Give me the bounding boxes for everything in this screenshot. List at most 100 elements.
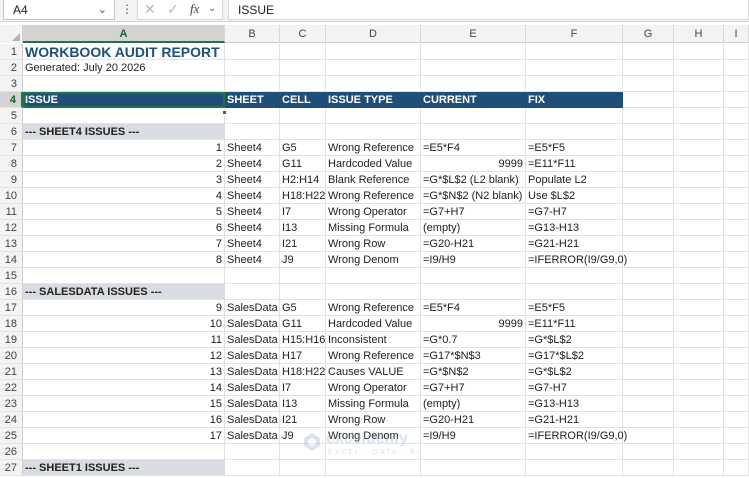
cell-f24[interactable]: =G21-H21 xyxy=(526,412,623,428)
cell-b26[interactable] xyxy=(225,444,280,460)
column-header-d[interactable]: D xyxy=(326,25,421,43)
cell-g14[interactable] xyxy=(623,252,674,268)
cell-d4[interactable]: ISSUE TYPE xyxy=(326,92,421,108)
cell-b4[interactable]: SHEET xyxy=(225,92,280,108)
cell-e13[interactable]: =G20-H21 xyxy=(421,236,526,252)
cell-g17[interactable] xyxy=(623,300,674,316)
cell-b5[interactable] xyxy=(225,108,280,124)
cell-c23[interactable]: I13 xyxy=(280,396,326,412)
cell-a5[interactable] xyxy=(23,108,225,124)
cell-g5[interactable] xyxy=(623,108,674,124)
cell-b19[interactable]: SalesData xyxy=(225,332,280,348)
cell-b11[interactable]: Sheet4 xyxy=(225,204,280,220)
cell-a26[interactable] xyxy=(23,444,225,460)
cell-h18[interactable] xyxy=(674,316,724,332)
cell-h12[interactable] xyxy=(674,220,724,236)
cell-i23[interactable] xyxy=(724,396,749,412)
cell-g1[interactable] xyxy=(623,44,674,60)
cell-a9[interactable]: 3 xyxy=(23,172,225,188)
cell-g6[interactable] xyxy=(623,124,674,140)
cell-i7[interactable] xyxy=(724,140,749,156)
cell-g10[interactable] xyxy=(623,188,674,204)
cell-e10[interactable]: =G*$N$2 (N2 blank) xyxy=(421,188,526,204)
cell-i9[interactable] xyxy=(724,172,749,188)
cell-g7[interactable] xyxy=(623,140,674,156)
row-header[interactable]: 6 xyxy=(0,124,23,140)
cell-h16[interactable] xyxy=(674,284,724,300)
cell-h21[interactable] xyxy=(674,364,724,380)
cell-a19[interactable]: 11 xyxy=(23,332,225,348)
cell-f3[interactable] xyxy=(526,76,623,92)
cell-e3[interactable] xyxy=(421,76,526,92)
cell-f16[interactable] xyxy=(526,284,623,300)
cell-f11[interactable]: =G7-H7 xyxy=(526,204,623,220)
cell-f5[interactable] xyxy=(526,108,623,124)
cell-a7[interactable]: 1 xyxy=(23,140,225,156)
cell-e19[interactable]: =G*0.7 xyxy=(421,332,526,348)
column-header-a[interactable]: A xyxy=(23,25,225,43)
cell-h25[interactable] xyxy=(674,428,724,444)
cell-h13[interactable] xyxy=(674,236,724,252)
chevron-down-icon[interactable]: ⌄ xyxy=(208,3,216,14)
cell-i13[interactable] xyxy=(724,236,749,252)
cell-i25[interactable] xyxy=(724,428,749,444)
cell-g27[interactable] xyxy=(623,460,674,476)
row-header[interactable]: 1 xyxy=(0,44,23,60)
cell-h5[interactable] xyxy=(674,108,724,124)
row-header[interactable]: 13 xyxy=(0,236,23,252)
cell-e24[interactable]: =G20-H21 xyxy=(421,412,526,428)
cell-f27[interactable] xyxy=(526,460,623,476)
row-header[interactable]: 17 xyxy=(0,300,23,316)
name-box[interactable]: A4 ⌄ xyxy=(3,0,115,20)
cell-g26[interactable] xyxy=(623,444,674,460)
cell-g22[interactable] xyxy=(623,380,674,396)
cell-i14[interactable] xyxy=(724,252,749,268)
cell-f12[interactable]: =G13-H13 xyxy=(526,220,623,236)
cell-b13[interactable]: Sheet4 xyxy=(225,236,280,252)
cell-b25[interactable]: SalesData xyxy=(225,428,280,444)
cell-e25[interactable]: =I9/H9 xyxy=(421,428,526,444)
row-header[interactable]: 20 xyxy=(0,348,23,364)
cell-d21[interactable]: Causes VALUE xyxy=(326,364,421,380)
cell-i27[interactable] xyxy=(724,460,749,476)
cell-g20[interactable] xyxy=(623,348,674,364)
cell-e11[interactable]: =G7+H7 xyxy=(421,204,526,220)
cell-e22[interactable]: =G7+H7 xyxy=(421,380,526,396)
cell-g25[interactable] xyxy=(623,428,674,444)
cell-a18[interactable]: 10 xyxy=(23,316,225,332)
cell-i4[interactable] xyxy=(724,92,749,108)
cell-c13[interactable]: I21 xyxy=(280,236,326,252)
cell-c19[interactable]: H15:H16 xyxy=(280,332,326,348)
column-header-b[interactable]: B xyxy=(225,25,280,43)
cell-f23[interactable]: =G13-H13 xyxy=(526,396,623,412)
cell-b23[interactable]: SalesData xyxy=(225,396,280,412)
cell-e4[interactable]: CURRENT xyxy=(421,92,526,108)
cell-c1[interactable] xyxy=(280,44,326,60)
cell-i19[interactable] xyxy=(724,332,749,348)
row-header[interactable]: 19 xyxy=(0,332,23,348)
row-header[interactable]: 18 xyxy=(0,316,23,332)
cell-e15[interactable] xyxy=(421,268,526,284)
cell-d3[interactable] xyxy=(326,76,421,92)
cell-d9[interactable]: Blank Reference xyxy=(326,172,421,188)
cell-c8[interactable]: G11 xyxy=(280,156,326,172)
column-header-h[interactable]: H xyxy=(674,25,724,43)
cell-a12[interactable]: 6 xyxy=(23,220,225,236)
cell-d14[interactable]: Wrong Denom xyxy=(326,252,421,268)
cell-i18[interactable] xyxy=(724,316,749,332)
cell-i8[interactable] xyxy=(724,156,749,172)
row-header[interactable]: 26 xyxy=(0,444,23,460)
cell-d20[interactable]: Wrong Reference xyxy=(326,348,421,364)
column-header-i[interactable]: I xyxy=(724,25,749,43)
cell-h3[interactable] xyxy=(674,76,724,92)
cell-i1[interactable] xyxy=(724,44,749,60)
cell-f9[interactable]: Populate L2 xyxy=(526,172,623,188)
cell-h17[interactable] xyxy=(674,300,724,316)
cell-b22[interactable]: SalesData xyxy=(225,380,280,396)
cell-h2[interactable] xyxy=(674,60,724,76)
cell-f18[interactable]: =E11*F11 xyxy=(526,316,623,332)
check-icon[interactable]: ✓ xyxy=(167,1,179,18)
cell-i20[interactable] xyxy=(724,348,749,364)
row-header[interactable]: 4 xyxy=(0,92,23,108)
row-header[interactable]: 12 xyxy=(0,220,23,236)
